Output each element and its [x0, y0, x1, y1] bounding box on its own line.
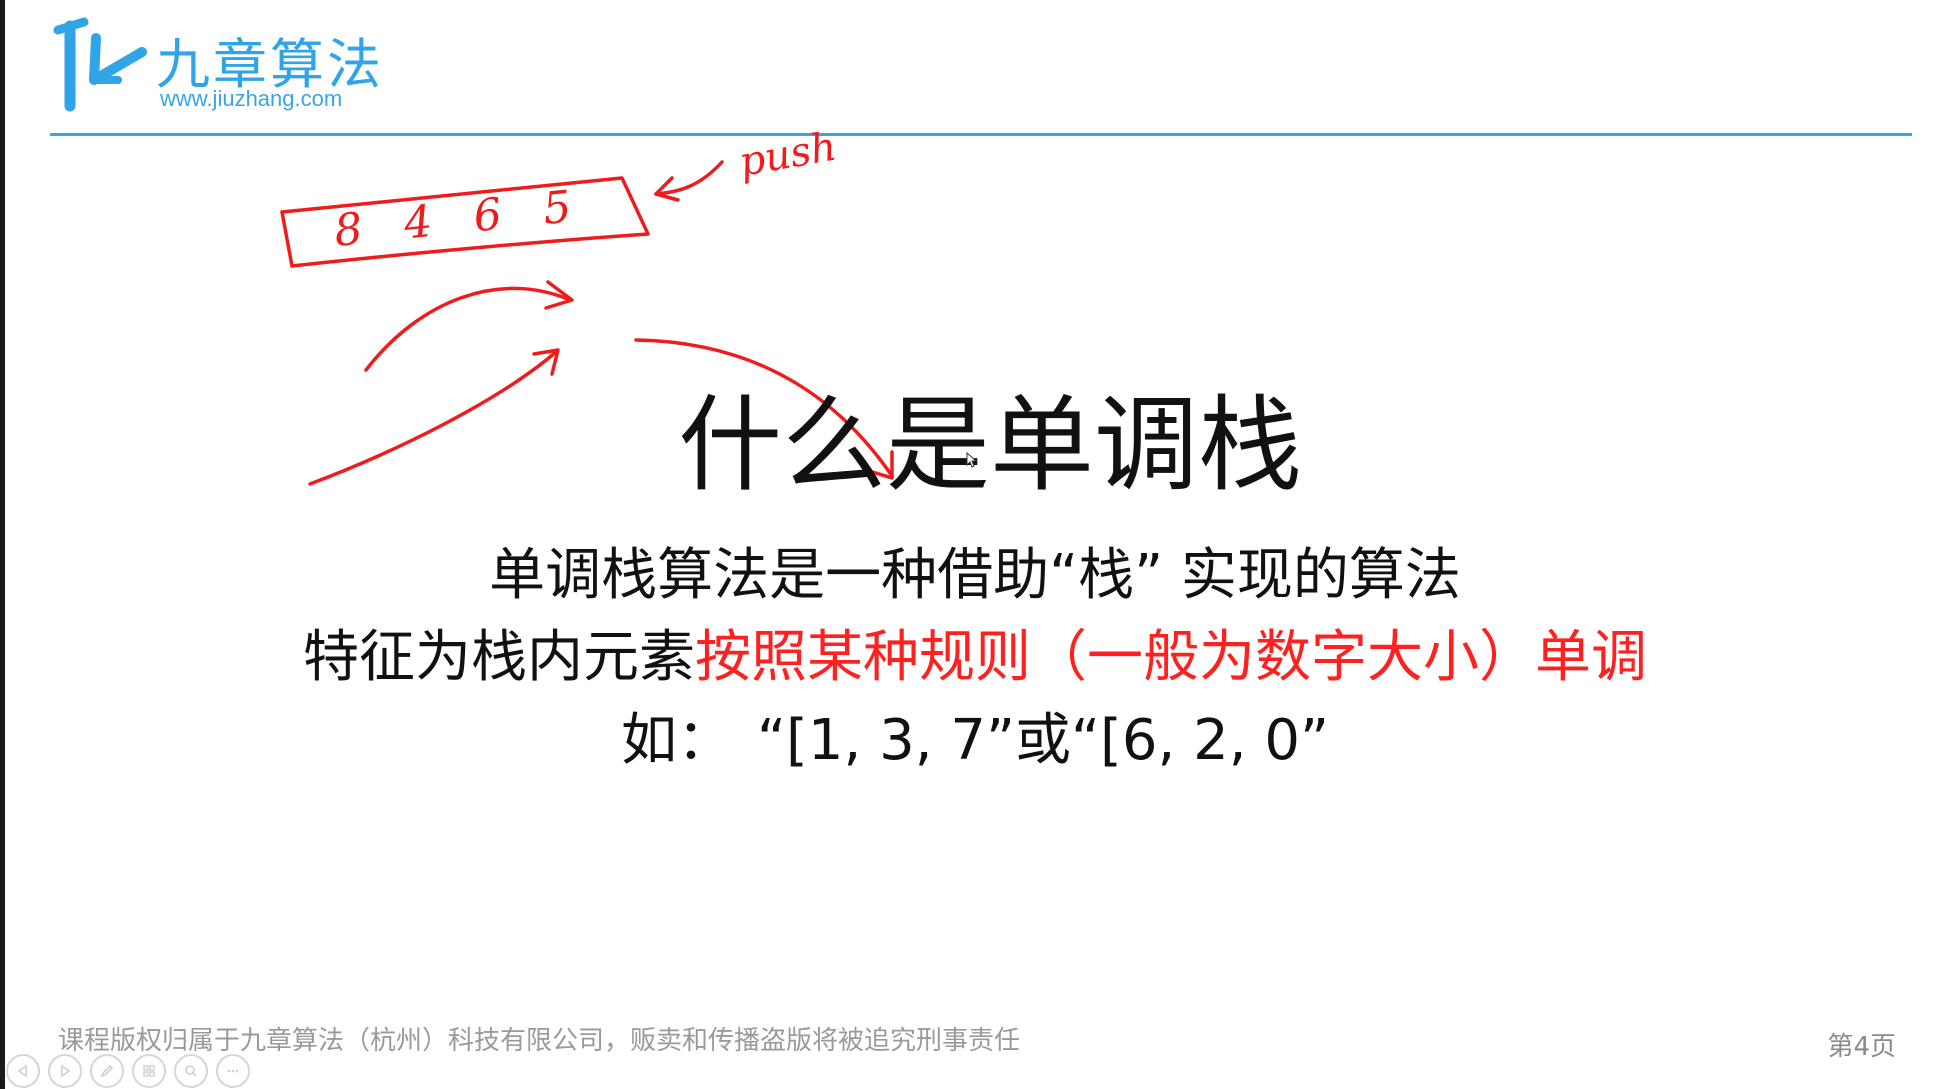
example-increasing: “[1, 3, 7”	[757, 708, 1015, 773]
definition-line: 单调栈算法是一种借助“栈” 实现的算法	[489, 543, 1461, 608]
page-number: 第4页	[1827, 1032, 1896, 1062]
brand-url: www.jiuzhang.com	[160, 86, 343, 111]
example-prefix: 如：	[621, 708, 734, 773]
ellipsis-icon	[227, 1069, 239, 1073]
mouse-cursor-icon	[966, 452, 978, 468]
triangle-left-icon	[17, 1064, 27, 1078]
feature-text: 特征为栈内元素	[303, 625, 695, 690]
triangle-right-icon	[61, 1064, 71, 1078]
next-slide-button[interactable]	[48, 1054, 82, 1088]
slide-grid-button[interactable]	[132, 1054, 166, 1088]
header-divider	[50, 133, 1912, 136]
jiuzhang-logo: 九章算法 www.jiuzhang.com	[48, 14, 408, 124]
grid-icon	[143, 1065, 155, 1077]
slide-title: 什么是单调栈	[677, 384, 1302, 506]
pen-button[interactable]	[90, 1054, 124, 1088]
previous-slide-button[interactable]	[6, 1054, 40, 1088]
copyright-notice: 课程版权归属于九章算法（杭州）科技有限公司，贩卖和传播盗版将被追究刑事责任	[58, 1026, 1021, 1056]
jiuzhang-logo-mark-icon	[53, 17, 147, 112]
presentation-controls	[6, 1054, 250, 1088]
zoom-button[interactable]	[174, 1054, 208, 1088]
example-line: 如： “[1, 3, 7”或“[6, 2, 0”	[0, 695, 1950, 776]
example-or: 或	[1015, 708, 1071, 773]
feature-line: 特征为栈内元素按照某种规则（一般为数字大小）单调	[0, 612, 1950, 693]
stack-box-sketch	[280, 176, 650, 268]
more-button[interactable]	[216, 1054, 250, 1088]
presentation-slide: 九章算法 www.jiuzhang.com push 8 4 6 5 什么是单调…	[0, 0, 1950, 1089]
magnifier-icon	[185, 1065, 197, 1077]
curved-arrow-upper	[364, 286, 572, 372]
pen-icon	[100, 1064, 114, 1078]
example-decreasing: “[6, 2, 0”	[1071, 708, 1329, 773]
push-arrow	[654, 160, 724, 196]
feature-highlight: 按照某种规则（一般为数字大小）单调	[695, 625, 1647, 690]
stack-contents-label: 8 4 6 5	[332, 180, 588, 257]
